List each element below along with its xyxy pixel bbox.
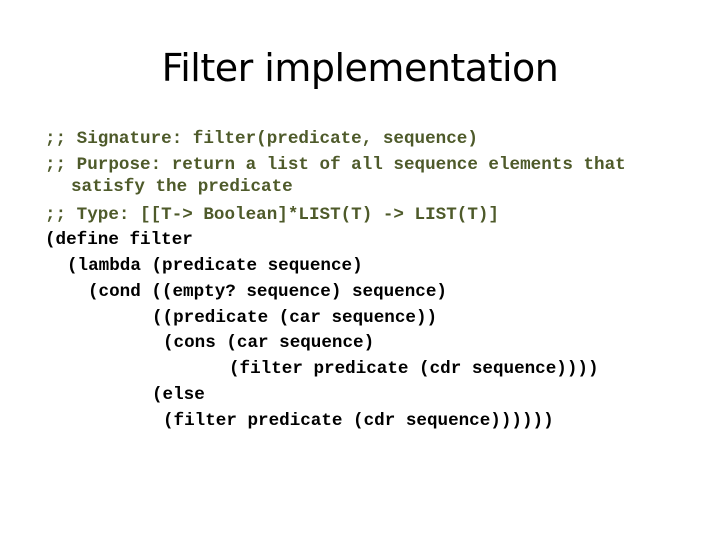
code-line-else-filter: (filter predicate (cdr sequence)))))) (163, 411, 554, 431)
comment-signature: ;; Signature: filter(predicate, sequence… (45, 129, 478, 149)
code-line-else: (else (152, 385, 205, 405)
code-line-cond: (cond ((empty? sequence) sequence) (88, 282, 447, 302)
code-line-recursive-filter: (filter predicate (cdr sequence)))) (229, 359, 599, 379)
comment-purpose: ;; Purpose: return a list of all sequenc… (45, 155, 626, 175)
code-block: ;; Signature: filter(predicate, sequence… (0, 0, 720, 431)
code-line-predicate-clause: ((predicate (car sequence)) (152, 308, 438, 328)
comment-type: ;; Type: [[T-> Boolean]*LIST(T) -> LIST(… (45, 205, 499, 225)
code-line-lambda: (lambda (predicate sequence) (67, 256, 363, 276)
code-line-cons: (cons (car sequence) (163, 333, 375, 353)
slide: Filter implementation ;; Signature: filt… (0, 0, 720, 540)
code-line-define: (define filter (45, 230, 193, 250)
comment-purpose-continued: satisfy the predicate (71, 177, 293, 197)
